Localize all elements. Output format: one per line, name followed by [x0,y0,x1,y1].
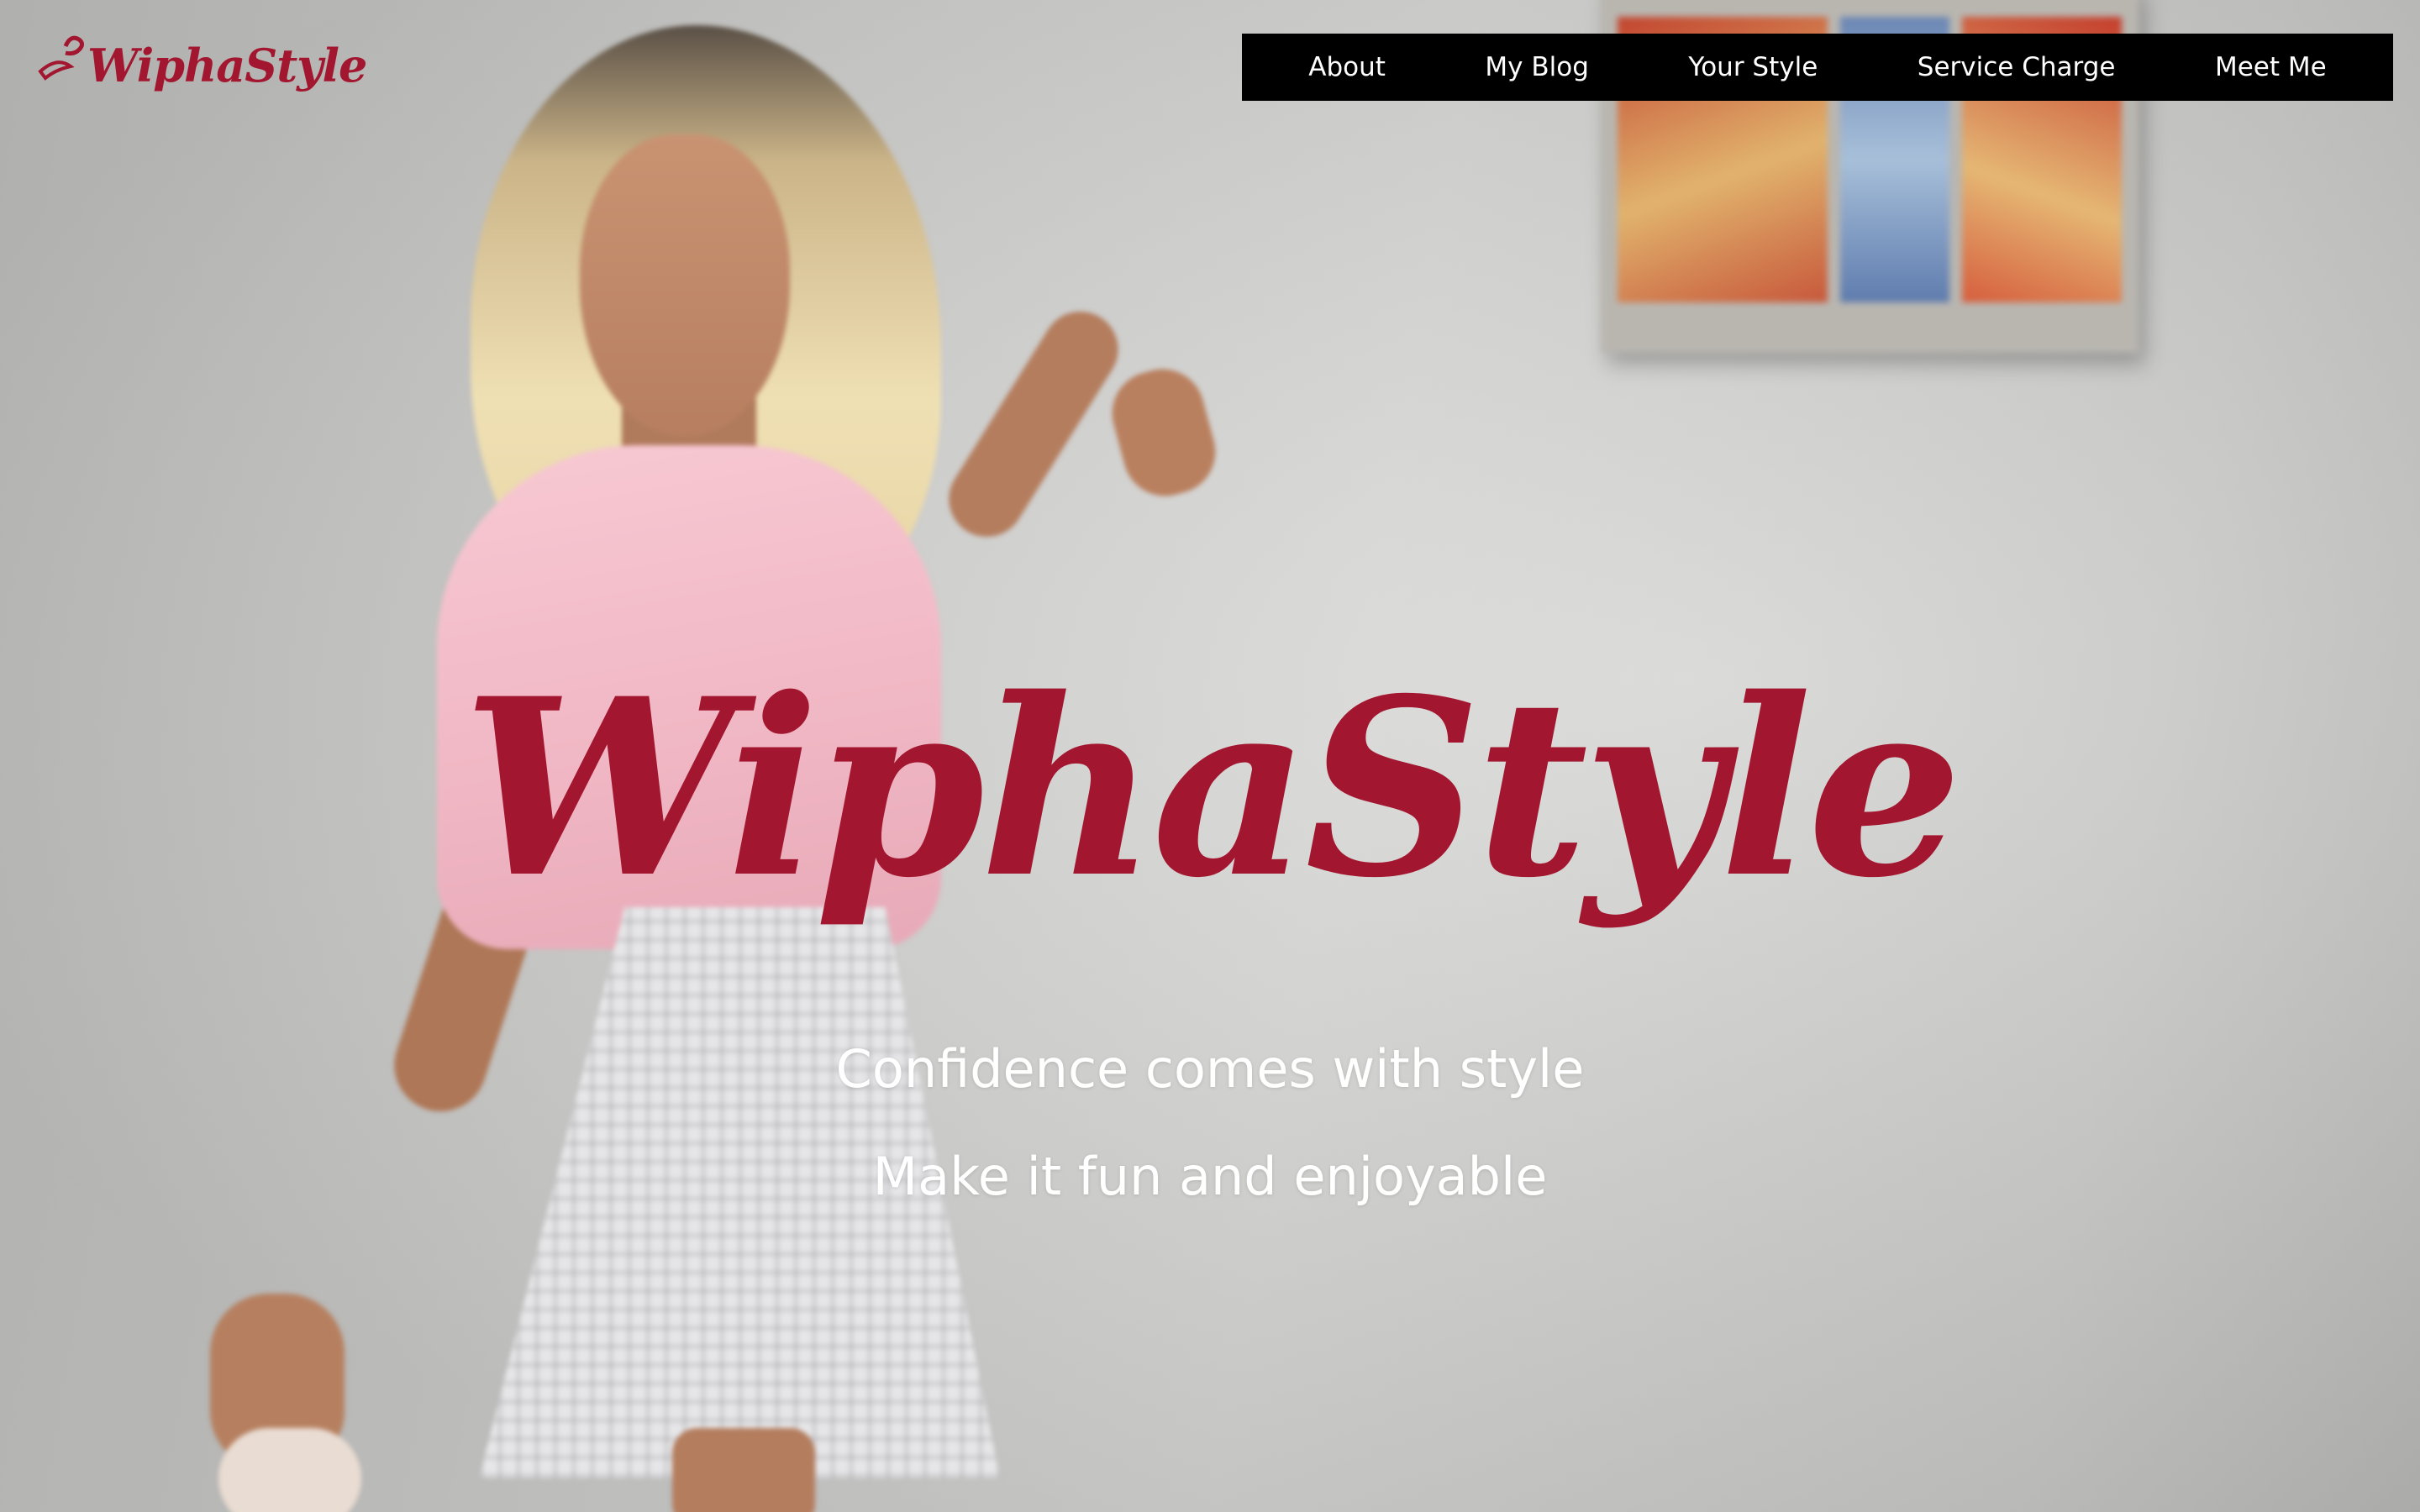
main-navigation: About My Blog Your Style Service Charge … [1242,34,2393,101]
hero-title: WiphaStyle [462,646,1963,932]
model-face [580,134,790,437]
model-leg [672,1428,815,1512]
nav-your-style[interactable]: Your Style [1688,52,1818,82]
site-logo[interactable]: WiphaStyle [34,24,367,108]
logo-hanger-icon [38,35,84,81]
hero-tagline-secondary: Make it fun and enjoyable [872,1146,1548,1207]
model-right-hand [1102,360,1225,506]
nav-service-charge[interactable]: Service Charge [1918,52,2116,82]
nav-meet-me[interactable]: Meet Me [2215,52,2327,82]
model-shoe [218,1428,361,1512]
hero-tagline-primary: Confidence comes with style [835,1038,1585,1100]
nav-my-blog[interactable]: My Blog [1485,52,1588,82]
model-right-arm [934,297,1133,552]
logo-text: WiphaStyle [87,39,367,92]
nav-about[interactable]: About [1308,52,1386,82]
